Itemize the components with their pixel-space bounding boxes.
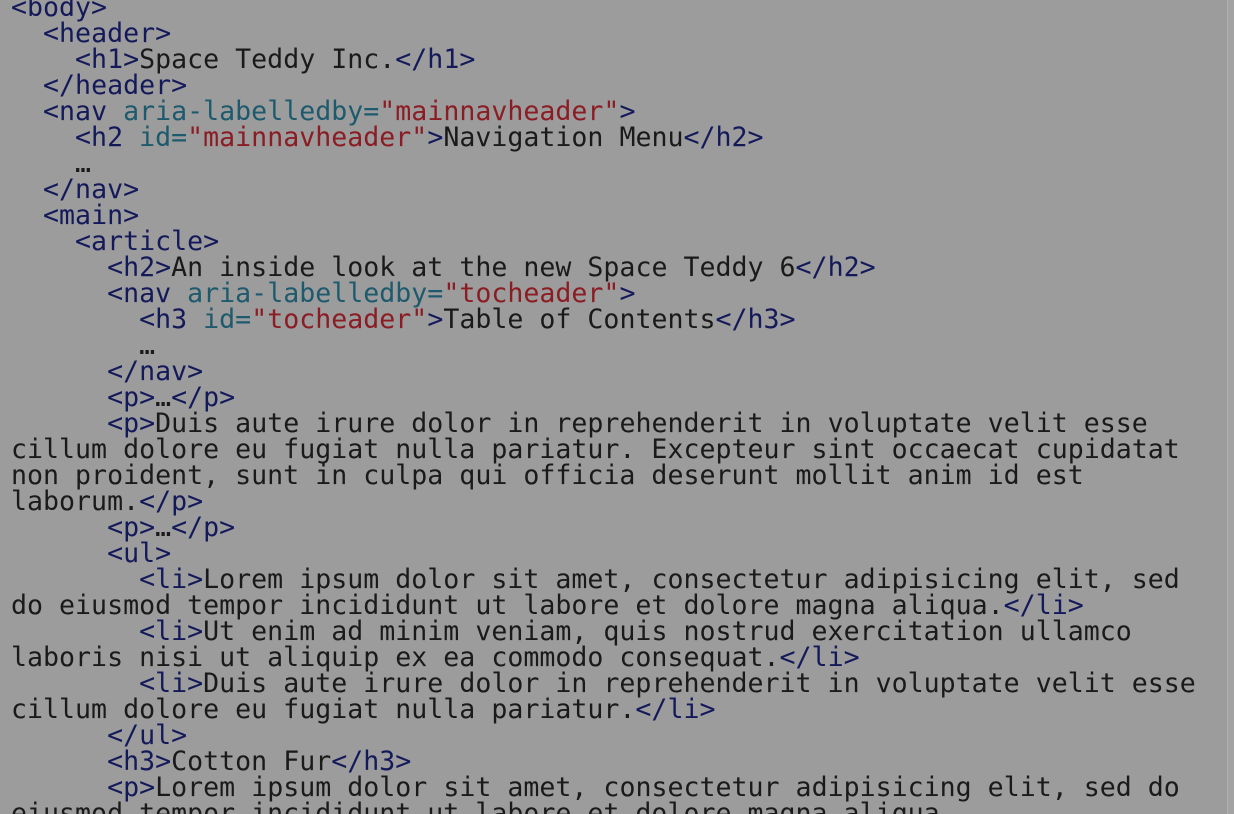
code-string-token: "mainnavheader" bbox=[187, 122, 428, 153]
code-tag-token: </h3> bbox=[715, 304, 796, 335]
code-attribute-token: id= bbox=[139, 122, 188, 153]
code-line: … bbox=[11, 150, 1221, 177]
code-attribute-token: id= bbox=[203, 304, 252, 335]
code-block: <body> <header> <h1>Space Teddy Inc.</h1… bbox=[11, 0, 1221, 814]
scrollbar[interactable] bbox=[1227, 0, 1234, 814]
code-tag-token: </li> bbox=[635, 694, 716, 725]
code-tag-token: </h2> bbox=[795, 252, 876, 283]
code-text-token: eiusmod tempor incididunt ut labore et d… bbox=[11, 798, 956, 814]
code-viewer: <body> <header> <h1>Space Teddy Inc.</h1… bbox=[0, 0, 1234, 814]
code-line: <h2 id="mainnavheader">Navigation Menu</… bbox=[11, 122, 1221, 153]
code-tag-token: </p> bbox=[171, 512, 236, 543]
code-text-token: Navigation Menu bbox=[443, 122, 684, 153]
code-tag-token: > bbox=[427, 304, 444, 335]
code-line: <body> bbox=[11, 0, 1221, 21]
code-line: <p>…</p> bbox=[11, 512, 1221, 543]
code-text-token: Table of Contents bbox=[443, 304, 716, 335]
code-line: <h3 id="tocheader">Table of Contents</h3… bbox=[11, 304, 1221, 335]
code-tag-token: > bbox=[427, 122, 444, 153]
code-line: cillum dolore eu fugiat nulla pariatur.<… bbox=[11, 694, 1221, 725]
code-string-token: "tocheader" bbox=[251, 304, 428, 335]
code-tag-token: </h1> bbox=[395, 44, 476, 75]
code-tag-token: </h2> bbox=[683, 122, 764, 153]
code-line: <h1>Space Teddy Inc.</h1> bbox=[11, 44, 1221, 75]
code-line: </nav> bbox=[11, 176, 1221, 203]
